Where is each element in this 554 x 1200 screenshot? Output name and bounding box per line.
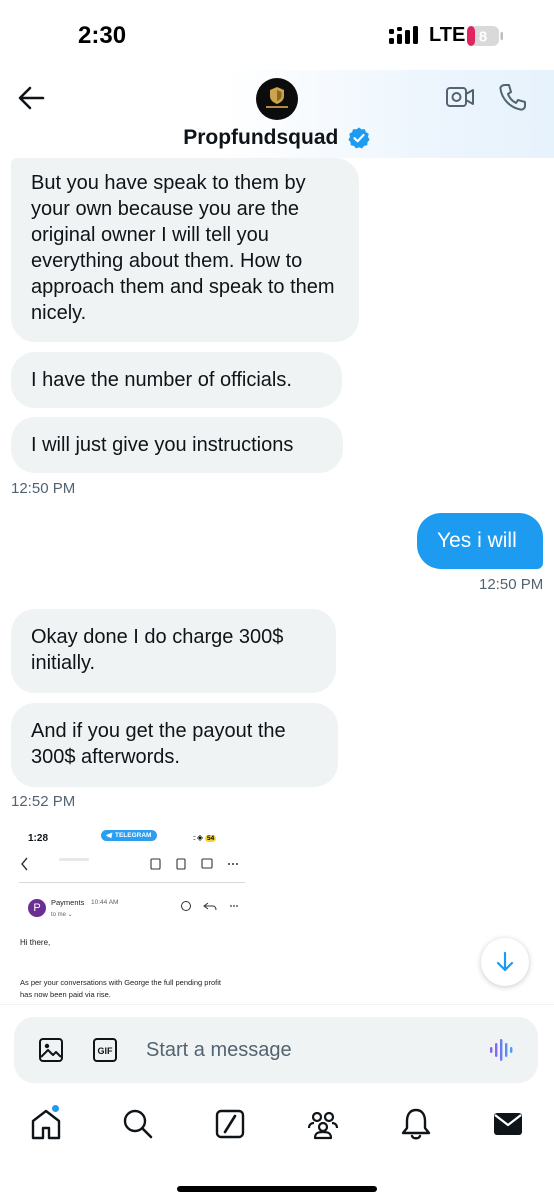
home-indicator [177, 1186, 377, 1192]
attachment-recipient: to me ⌄ [51, 912, 73, 918]
attachment-wifi-icon: ◈ [196, 833, 203, 842]
search-icon[interactable] [120, 1106, 156, 1142]
message-text: But you have speak to them by your own b… [31, 172, 335, 324]
notifications-icon[interactable] [398, 1106, 434, 1142]
attachment-greeting: Hi there, [20, 938, 51, 947]
attachment-badge-label: TELEGRAM [115, 832, 152, 839]
message-timestamp: 12:52 PM [11, 793, 76, 810]
arrow-down-icon [496, 951, 514, 972]
contact-title[interactable]: Propfundsquad [0, 126, 554, 150]
attachment-sender: Payments [51, 898, 85, 907]
attachment-mail-toolbar [21, 857, 238, 871]
contact-avatar[interactable] [256, 78, 298, 120]
attachment-divider [19, 882, 245, 883]
back-arrow-icon[interactable] [16, 84, 46, 112]
network-label: LTE [429, 24, 466, 46]
signal-icon [389, 26, 418, 44]
attachment-recipient-label: to me [51, 912, 67, 918]
message-bubble-incoming[interactable]: Okay done I do charge 300$ initially. [11, 609, 336, 693]
communities-icon[interactable] [305, 1106, 341, 1142]
verified-badge-icon [348, 127, 370, 149]
phone-icon[interactable] [498, 82, 526, 112]
attachment-body: As per your conversations with George th… [20, 978, 221, 999]
image-attachment[interactable]: 1:28 TELEGRAM :: ◈ 54 P Payments 10:44 A… [11, 820, 245, 1004]
battery-icon: 8 [467, 26, 503, 46]
attachment-status-time: 1:28 [28, 833, 49, 844]
gif-icon[interactable]: GIF [92, 1037, 118, 1063]
brand-logo-icon [266, 87, 288, 108]
attachment-status-icons: :: ◈ 54 [193, 833, 217, 842]
composer-box: GIF [14, 1017, 538, 1083]
contact-name: Propfundsquad [183, 126, 339, 149]
telegram-icon [105, 832, 113, 839]
status-time: 2:30 [78, 22, 127, 49]
home-icon[interactable] [28, 1106, 64, 1142]
attachment-telegram-badge: TELEGRAM [101, 830, 158, 841]
grok-icon[interactable] [212, 1106, 248, 1142]
message-text: And if you get the payout the 300$ after… [31, 720, 286, 768]
message-bubble-incoming[interactable]: But you have speak to them by your own b… [11, 158, 359, 342]
message-text: Yes i will [437, 529, 517, 552]
home-notification-dot [52, 1105, 59, 1112]
attachment-screenshot: 1:28 TELEGRAM :: ◈ 54 P Payments 10:44 A… [11, 820, 245, 1004]
attachment-sent-time: 10:44 AM [91, 899, 119, 906]
message-bubble-incoming[interactable]: I have the number of officials. [11, 352, 342, 408]
message-bubble-incoming[interactable]: I will just give you instructions [11, 417, 343, 473]
message-input[interactable] [146, 1033, 456, 1067]
message-timestamp: 12:50 PM [11, 480, 76, 497]
voice-icon[interactable] [488, 1037, 516, 1063]
status-bar: 2:30 LTE 8 [0, 0, 554, 70]
attachment-signal-icon: :: [193, 835, 196, 842]
message-text: I will just give you instructions [31, 434, 294, 456]
video-icon[interactable] [445, 84, 475, 110]
attachment-mail-actions [181, 901, 238, 911]
message-text: Okay done I do charge 300$ initially. [31, 626, 284, 674]
scroll-to-bottom-button[interactable] [481, 938, 529, 986]
message-composer: GIF [0, 1004, 554, 1092]
conversation-header: Propfundsquad [0, 70, 554, 158]
image-icon[interactable] [38, 1037, 64, 1063]
gif-label: GIF [98, 1046, 114, 1056]
messages-icon[interactable] [490, 1106, 526, 1142]
message-timestamp: 12:50 PM [479, 576, 544, 593]
attachment-battery-level: 54 [204, 835, 217, 842]
bottom-navigation [0, 1092, 554, 1200]
message-bubble-incoming[interactable]: And if you get the payout the 300$ after… [11, 703, 338, 787]
battery-level: 8 [479, 29, 487, 46]
attachment-sender-avatar: P [28, 899, 46, 917]
message-bubble-outgoing[interactable]: Yes i will [417, 513, 543, 569]
message-text: I have the number of officials. [31, 369, 292, 391]
